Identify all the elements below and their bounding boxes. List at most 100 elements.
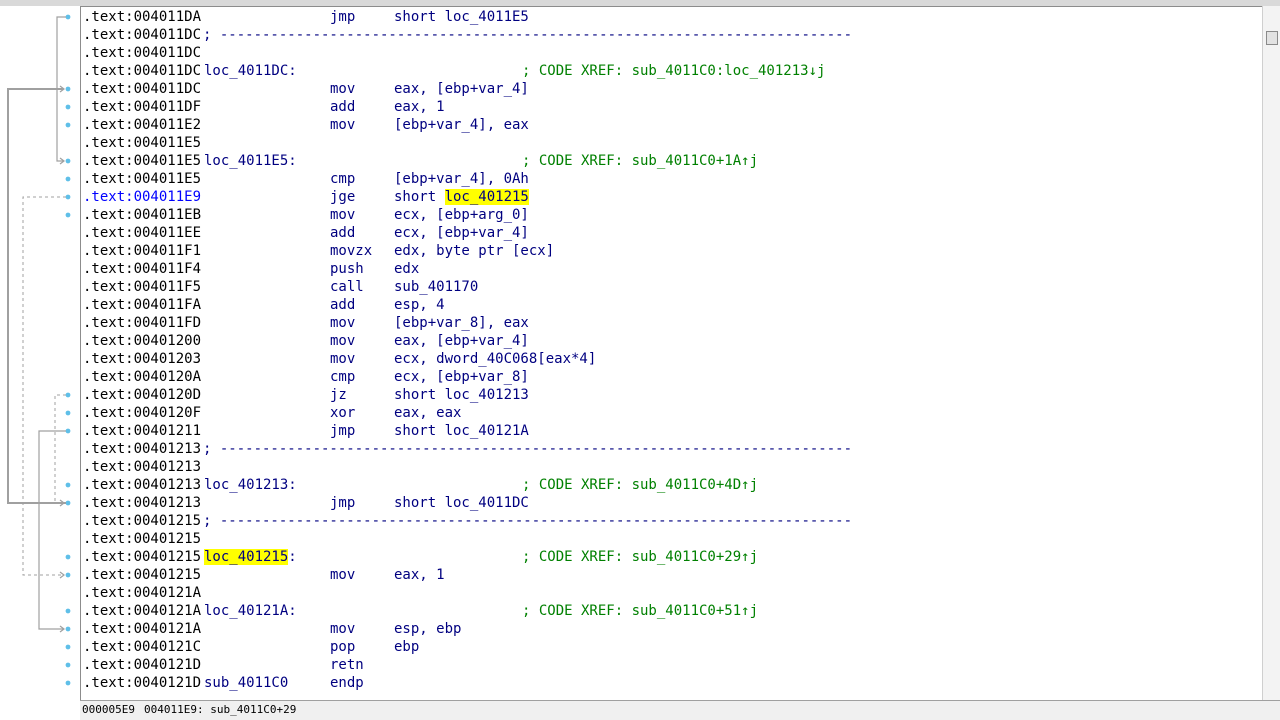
- listing-line[interactable]: .text:00401200 mov eax, [ebp+var_4]: [83, 332, 1253, 350]
- listing-line[interactable]: .text:00401213: [83, 458, 1253, 476]
- instruction-operands[interactable]: eax, 1: [394, 98, 445, 116]
- instruction-operands[interactable]: short loc_401213: [394, 386, 529, 404]
- branch-arrow-jz: [54, 394, 66, 504]
- listing-line[interactable]: .text:00401203 mov ecx, dword_40C068[eax*4…: [83, 350, 1253, 368]
- listing-line[interactable]: .text:0040121D retn: [83, 656, 1253, 674]
- instruction-operands[interactable]: eax, [ebp+var_4]: [394, 332, 529, 350]
- listing-line[interactable]: .text:004011F4 push edx: [83, 260, 1253, 278]
- line-address: .text:00401200: [83, 333, 202, 349]
- instruction-mnemonic: mov: [330, 207, 356, 223]
- code-label[interactable]: sub_4011C0: [204, 674, 288, 692]
- line-address: .text:004011DA: [83, 9, 202, 25]
- listing-line[interactable]: .text:004011DA jmp short loc_4011E5: [83, 8, 1253, 26]
- instruction-mnemonic: cmp: [330, 369, 356, 385]
- listing-line[interactable]: .text:004011EE add ecx, [ebp+var_4]: [83, 224, 1253, 242]
- instruction-mnemonic: xor: [330, 405, 356, 421]
- scrollbar-thumb[interactable]: [1266, 31, 1278, 45]
- listing-line[interactable]: .text:00401211 jmp short loc_40121A: [83, 422, 1253, 440]
- listing-line[interactable]: .text:00401215: [83, 530, 1253, 548]
- listing-line[interactable]: .text:00401213 jmp short loc_4011DC: [83, 494, 1253, 512]
- listing-line[interactable]: .text:0040121C pop ebp: [83, 638, 1253, 656]
- code-label[interactable]: loc_4011E5:: [204, 152, 297, 170]
- listing-line[interactable]: .text:0040121A: [83, 584, 1253, 602]
- instruction-operands[interactable]: esp, ebp: [394, 620, 461, 638]
- listing-line[interactable]: .text:004011E5 cmp [ebp+var_4], 0Ah: [83, 170, 1253, 188]
- listing-line[interactable]: .text:0040121D sub_4011C0 endp: [83, 674, 1253, 692]
- listing-line[interactable]: .text:0040121A loc_40121A: ; CODE XREF: su…: [83, 602, 1253, 620]
- listing-line[interactable]: .text:0040120A cmp ecx, [ebp+var_8]: [83, 368, 1253, 386]
- listing-line[interactable]: .text:004011DC mov eax, [ebp+var_4]: [83, 80, 1253, 98]
- gutter-dot: [65, 122, 71, 128]
- line-address: .text:0040121A: [83, 585, 202, 601]
- instruction-operands[interactable]: esp, 4: [394, 296, 445, 314]
- instruction-mnemonic: push: [330, 261, 364, 277]
- operand-text: esp, ebp: [394, 621, 462, 637]
- line-address: .text:00401211: [83, 423, 202, 439]
- instruction-operands[interactable]: ecx, [ebp+var_4]: [394, 224, 529, 242]
- branch-arrows: [7, 14, 71, 686]
- instruction-operands[interactable]: eax, eax: [394, 404, 461, 422]
- listing-line-current[interactable]: .text:004011E9 jge short loc_401215: [83, 188, 1253, 206]
- listing-line[interactable]: .text:0040120F xor eax, eax: [83, 404, 1253, 422]
- listing-line[interactable]: .text:0040121A mov esp, ebp: [83, 620, 1253, 638]
- highlighted-label[interactable]: loc_401215: [204, 549, 289, 565]
- instruction-mnemonic: endp: [330, 675, 364, 691]
- instruction-mnemonic: mov: [330, 621, 356, 637]
- instruction-operands[interactable]: ecx, [ebp+arg_0]: [394, 206, 529, 224]
- listing-line[interactable]: .text:004011E5 loc_4011E5: ; CODE XREF: su…: [83, 152, 1253, 170]
- instruction-operands[interactable]: short loc_401215: [394, 188, 529, 206]
- instruction-mnemonic: jmp: [330, 495, 356, 511]
- instruction-operands[interactable]: short loc_4011E5: [394, 8, 529, 26]
- instruction-mnemonic: call: [330, 279, 364, 295]
- operand-text: edx, byte ptr [ecx]: [394, 243, 555, 259]
- line-address: .text:00401213: [83, 495, 202, 511]
- instruction-operands[interactable]: [ebp+var_4], eax: [394, 116, 529, 134]
- listing-line[interactable]: .text:004011FD mov [ebp+var_8], eax: [83, 314, 1253, 332]
- disassembly-listing[interactable]: .text:004011DA jmp short loc_4011E5 .text:0…: [80, 6, 1263, 701]
- listing-line[interactable]: .text:004011DC loc_4011DC: ; CODE XREF: su…: [83, 62, 1253, 80]
- line-address: .text:0040121C: [83, 639, 202, 655]
- instruction-operands[interactable]: short loc_40121A: [394, 422, 529, 440]
- line-address: .text:004011E9: [83, 189, 202, 205]
- listing-line[interactable]: .text:00401215 loc_401215: ; CODE XREF: su…: [83, 548, 1253, 566]
- code-label[interactable]: loc_401213:: [204, 476, 297, 494]
- code-label-highlighted[interactable]: loc_401215:: [204, 548, 297, 566]
- listing-line[interactable]: .text:004011DF add eax, 1: [83, 98, 1253, 116]
- listing-line[interactable]: .text:004011E5: [83, 134, 1253, 152]
- separator-line: ; --------------------------------------…: [203, 27, 853, 43]
- instruction-operands[interactable]: eax, [ebp+var_4]: [394, 80, 529, 98]
- listing-line[interactable]: .text:004011DC; ------------------------…: [83, 26, 1253, 44]
- instruction-operands[interactable]: ebp: [394, 638, 419, 656]
- instruction-operands[interactable]: eax, 1: [394, 566, 445, 584]
- instruction-operands[interactable]: ecx, [ebp+var_8]: [394, 368, 529, 386]
- listing-line[interactable]: .text:00401213 loc_401213: ; CODE XREF: su…: [83, 476, 1253, 494]
- instruction-operands[interactable]: [ebp+var_8], eax: [394, 314, 529, 332]
- listing-line[interactable]: .text:00401215 mov eax, 1: [83, 566, 1253, 584]
- listing-line[interactable]: .text:004011F1 movzx edx, byte ptr [ecx]: [83, 242, 1253, 260]
- instruction-operands[interactable]: short loc_4011DC: [394, 494, 529, 512]
- code-label[interactable]: loc_4011DC:: [204, 62, 297, 80]
- code-label[interactable]: loc_40121A:: [204, 602, 297, 620]
- listing-line[interactable]: .text:00401215; ------------------------…: [83, 512, 1253, 530]
- instruction-operands[interactable]: edx: [394, 260, 419, 278]
- operand-text: short loc_4011DC: [394, 495, 529, 511]
- listing-line[interactable]: .text:004011DC: [83, 44, 1253, 62]
- instruction-operands[interactable]: ecx, dword_40C068[eax*4]: [394, 350, 596, 368]
- highlighted-operand[interactable]: loc_401215: [444, 189, 529, 205]
- operand-text: esp, 4: [394, 297, 445, 313]
- instruction-mnemonic: add: [330, 225, 356, 241]
- instruction-operands[interactable]: sub_401170: [394, 278, 478, 296]
- listing-line[interactable]: .text:0040120D jz short loc_401213: [83, 386, 1253, 404]
- vertical-scrollbar[interactable]: [1262, 6, 1280, 700]
- listing-line[interactable]: .text:004011F5 call sub_401170: [83, 278, 1253, 296]
- listing-line[interactable]: .text:004011FA add esp, 4: [83, 296, 1253, 314]
- listing-line[interactable]: .text:004011EB mov ecx, [ebp+arg_0]: [83, 206, 1253, 224]
- line-address: .text:0040121D: [83, 657, 202, 673]
- instruction-operands[interactable]: [ebp+var_4], 0Ah: [394, 170, 529, 188]
- listing-line[interactable]: .text:004011E2 mov [ebp+var_4], eax: [83, 116, 1253, 134]
- listing-line[interactable]: .text:00401213; ------------------------…: [83, 440, 1253, 458]
- line-address: .text:004011DF: [83, 99, 202, 115]
- instruction-operands[interactable]: edx, byte ptr [ecx]: [394, 242, 554, 260]
- operand-text: eax, eax: [394, 405, 462, 421]
- instruction-mnemonic: mov: [330, 315, 356, 331]
